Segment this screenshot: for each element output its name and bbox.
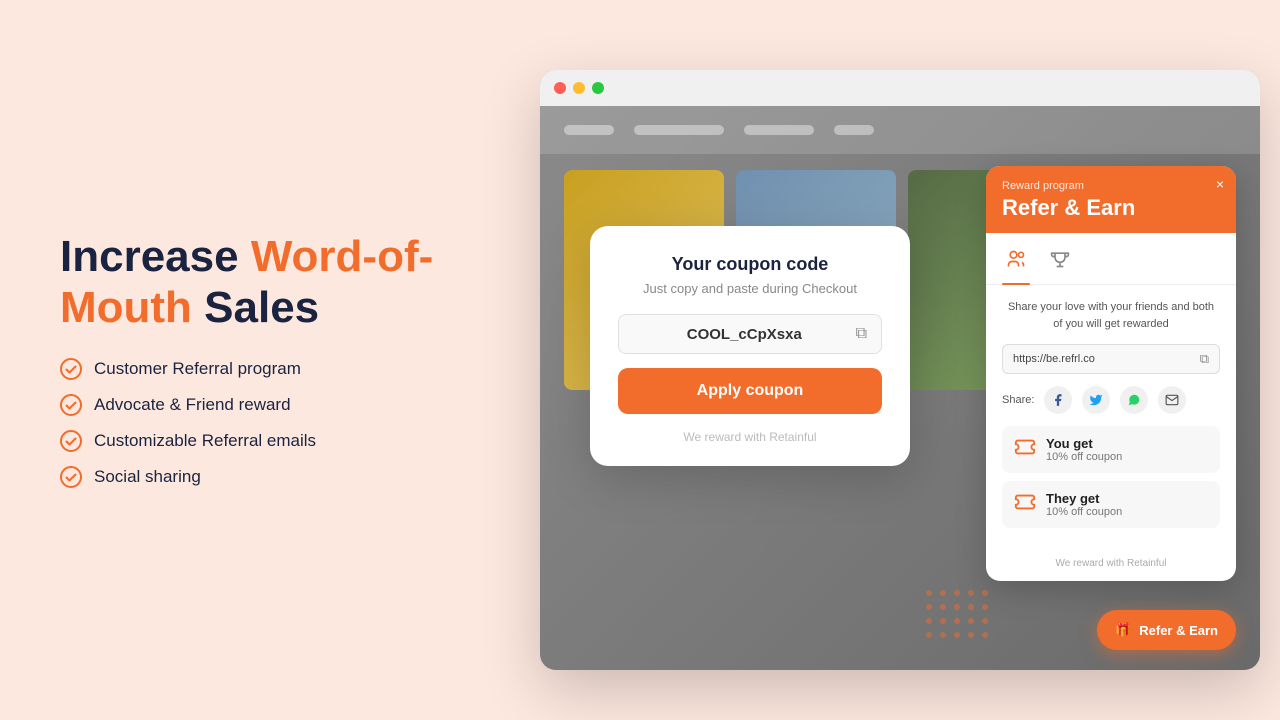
- float-button-label: Refer & Earn: [1139, 623, 1218, 638]
- referral-link: https://be.refrl.co: [1013, 353, 1200, 365]
- feature-label: Customer Referral program: [94, 359, 301, 379]
- check-icon: [60, 358, 82, 380]
- close-dot[interactable]: [554, 82, 566, 94]
- deco-dot: [982, 632, 988, 638]
- deco-dot: [940, 632, 946, 638]
- feature-label: Social sharing: [94, 467, 201, 487]
- tab-trophy[interactable]: [1046, 243, 1074, 284]
- deco-dot: [982, 590, 988, 596]
- refer-earn-float-button[interactable]: 🎁 Refer & Earn: [1097, 610, 1236, 650]
- trophy-icon: [1050, 253, 1070, 273]
- deco-dot: [954, 590, 960, 596]
- deco-dot: [954, 618, 960, 624]
- copy-link-icon[interactable]: ⧉: [1200, 351, 1209, 367]
- deco-dot: [926, 590, 932, 596]
- feature-label: Advocate & Friend reward: [94, 395, 291, 415]
- deco-dot: [968, 618, 974, 624]
- maximize-dot[interactable]: [592, 82, 604, 94]
- whatsapp-share-button[interactable]: [1120, 386, 1148, 414]
- coupon-popup-footer: We reward with Retainful: [618, 430, 882, 444]
- deco-dot: [926, 618, 932, 624]
- they-get-card: They get 10% off coupon: [1002, 481, 1220, 528]
- they-get-info: They get 10% off coupon: [1046, 491, 1122, 518]
- facebook-share-button[interactable]: [1044, 386, 1072, 414]
- ticket-icon: [1014, 436, 1036, 463]
- deco-dot: [926, 604, 932, 610]
- feature-item: Advocate & Friend reward: [60, 394, 500, 416]
- widget-header: Reward program Refer & Earn ×: [986, 166, 1236, 233]
- widget-link-box: https://be.refrl.co ⧉: [1002, 344, 1220, 374]
- refer-earn-widget: Reward program Refer & Earn × Share your…: [986, 166, 1236, 581]
- widget-header-title: Refer & Earn: [1002, 195, 1220, 221]
- minimize-dot[interactable]: [573, 82, 585, 94]
- deco-dot: [940, 604, 946, 610]
- widget-tabs: [986, 233, 1236, 285]
- coupon-code-value: COOL_cCpXsxa: [633, 326, 856, 343]
- deco-dot: [940, 618, 946, 624]
- headline-text1: Increase: [60, 232, 251, 281]
- deco-dot: [968, 604, 974, 610]
- deco-dot: [968, 590, 974, 596]
- browser-content: Reward program Refer & Earn × Share your…: [540, 106, 1260, 670]
- deco-dot: [940, 590, 946, 596]
- tab-people[interactable]: [1002, 243, 1030, 284]
- coupon-popup-title: Your coupon code: [618, 254, 882, 275]
- you-get-info: You get 10% off coupon: [1046, 436, 1122, 463]
- deco-dot: [982, 618, 988, 624]
- browser-titlebar: [540, 70, 1260, 106]
- they-get-detail: 10% off coupon: [1046, 506, 1122, 518]
- you-get-card: You get 10% off coupon: [1002, 426, 1220, 473]
- widget-body: Share your love with your friends and bo…: [986, 285, 1236, 550]
- headline-text2: Sales: [192, 283, 319, 332]
- coupon-code-box: COOL_cCpXsxa ⧉: [618, 314, 882, 354]
- widget-header-label: Reward program: [1002, 180, 1220, 192]
- check-icon: [60, 394, 82, 416]
- deco-dot: [968, 632, 974, 638]
- feature-item: Social sharing: [60, 466, 500, 488]
- you-get-title: You get: [1046, 436, 1122, 451]
- features-list: Customer Referral program Advocate & Fri…: [60, 358, 500, 488]
- share-label: Share:: [1002, 394, 1034, 406]
- they-get-title: They get: [1046, 491, 1122, 506]
- check-icon: [60, 466, 82, 488]
- people-icon: [1006, 253, 1026, 273]
- left-panel: Increase Word-of-Mouth Sales Customer Re…: [60, 0, 500, 720]
- nav-item: [834, 125, 874, 135]
- feature-label: Customizable Referral emails: [94, 431, 316, 451]
- check-icon: [60, 430, 82, 452]
- ticket-icon-2: [1014, 491, 1036, 518]
- deco-dot: [954, 604, 960, 610]
- feature-item: Customizable Referral emails: [60, 430, 500, 452]
- dots-decoration: [926, 590, 990, 640]
- close-icon[interactable]: ×: [1216, 176, 1224, 192]
- widget-share-text: Share your love with your friends and bo…: [1002, 299, 1220, 332]
- widget-footer: We reward with Retainful: [986, 550, 1236, 581]
- nav-item: [564, 125, 614, 135]
- feature-item: Customer Referral program: [60, 358, 500, 380]
- twitter-share-button[interactable]: [1082, 386, 1110, 414]
- fake-nav: [540, 106, 1260, 154]
- deco-dot: [954, 632, 960, 638]
- apply-coupon-button[interactable]: Apply coupon: [618, 368, 882, 414]
- deco-dot: [926, 632, 932, 638]
- coupon-popup-subtitle: Just copy and paste during Checkout: [618, 281, 882, 296]
- you-get-detail: 10% off coupon: [1046, 451, 1122, 463]
- share-row: Share:: [1002, 386, 1220, 414]
- email-share-button[interactable]: [1158, 386, 1186, 414]
- headline: Increase Word-of-Mouth Sales: [60, 232, 500, 333]
- coupon-copy-icon[interactable]: ⧉: [856, 325, 867, 343]
- gift-icon: 🎁: [1115, 622, 1131, 638]
- nav-item: [634, 125, 724, 135]
- coupon-popup: Your coupon code Just copy and paste dur…: [590, 226, 910, 466]
- browser-window: Reward program Refer & Earn × Share your…: [540, 70, 1260, 670]
- nav-item: [744, 125, 814, 135]
- deco-dot: [982, 604, 988, 610]
